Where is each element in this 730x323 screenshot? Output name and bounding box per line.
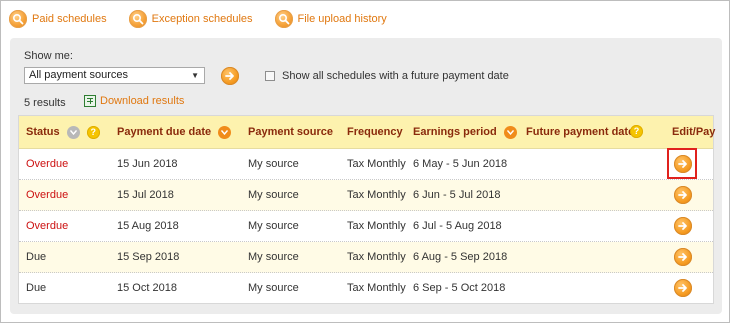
status-cell: Overdue [26, 220, 69, 232]
tab-label: Exception schedules [151, 13, 253, 25]
dropdown-arrow-icon: ▼ [191, 71, 199, 80]
apply-filter-button[interactable] [221, 67, 239, 85]
header-payment-due-date[interactable]: Payment due date [117, 116, 232, 148]
frequency-cell: Tax Monthly [347, 189, 406, 201]
tab-exception-schedules[interactable]: Exception schedules [128, 10, 253, 28]
edit-pay-button[interactable] [674, 217, 692, 235]
results-count: 5 results [24, 97, 66, 109]
due-date-cell: 15 Aug 2018 [117, 220, 179, 232]
status-cell: Overdue [26, 189, 69, 201]
table-row: Overdue 15 Jul 2018 My source Tax Monthl… [19, 180, 713, 211]
edit-pay-button[interactable] [674, 279, 692, 297]
help-icon[interactable]: ? [86, 125, 100, 139]
earnings-period-cell: 6 Jul - 5 Aug 2018 [413, 220, 502, 232]
source-cell: My source [248, 220, 299, 232]
search-icon [9, 10, 27, 28]
table-row: Overdue 15 Aug 2018 My source Tax Monthl… [19, 211, 713, 242]
table-row: Due 15 Sep 2018 My source Tax Monthly 6 … [19, 242, 713, 273]
download-results-link[interactable]: Download results [84, 95, 184, 107]
source-cell: My source [248, 189, 299, 201]
arrow-right-icon [678, 191, 687, 199]
earnings-period-cell: 6 Sep - 5 Oct 2018 [413, 282, 506, 294]
due-date-cell: 15 Jun 2018 [117, 158, 178, 170]
header-status-label: Status [26, 126, 60, 138]
status-cell: Overdue [26, 158, 69, 170]
frequency-cell: Tax Monthly [347, 282, 406, 294]
schedule-tabs: Paid schedules Exception schedules File … [9, 9, 409, 29]
due-date-cell: 15 Jul 2018 [117, 189, 174, 201]
source-cell: My source [248, 251, 299, 263]
sort-icon[interactable] [66, 125, 80, 139]
table-row: Due 15 Oct 2018 My source Tax Monthly 6 … [19, 273, 713, 304]
search-icon [274, 10, 293, 28]
search-icon [128, 10, 147, 28]
spreadsheet-icon [84, 95, 96, 107]
header-earnings-period[interactable]: Earnings period [413, 116, 517, 148]
frequency-cell: Tax Monthly [347, 251, 406, 263]
table-row: Overdue 15 Jun 2018 My source Tax Monthl… [19, 148, 713, 180]
earnings-period-cell: 6 May - 5 Jun 2018 [413, 158, 508, 170]
tab-paid-schedules[interactable]: Paid schedules [9, 10, 107, 28]
header-earnings-period-label: Earnings period [413, 126, 497, 138]
edit-pay-button[interactable] [674, 248, 692, 266]
earnings-period-cell: 6 Aug - 5 Sep 2018 [413, 251, 508, 263]
tab-file-upload-history[interactable]: File upload history [274, 10, 387, 28]
tab-label: Paid schedules [32, 13, 107, 25]
due-date-cell: 15 Oct 2018 [117, 282, 177, 294]
tab-label: File upload history [297, 13, 387, 25]
table-header: Status ? Payment due date Payment source… [19, 116, 716, 149]
future-payment-checkbox[interactable] [265, 71, 275, 81]
payment-source-select-value: All payment sources [29, 69, 129, 81]
header-payment-source: Payment source [248, 126, 333, 138]
status-cell: Due [26, 251, 47, 263]
frequency-cell: Tax Monthly [347, 220, 406, 232]
edit-pay-button[interactable] [674, 155, 692, 173]
payment-source-select[interactable]: All payment sources ▼ [24, 67, 205, 84]
header-status[interactable]: Status ? [26, 116, 100, 148]
arrow-right-icon [678, 253, 687, 261]
header-future-payment-date: Future payment date [526, 126, 635, 138]
status-cell: Due [26, 282, 47, 294]
sort-icon[interactable] [218, 125, 232, 139]
show-me-label: Show me: [24, 50, 73, 62]
edit-pay-button[interactable] [674, 186, 692, 204]
future-payment-checkbox-label: Show all schedules with a future payment… [282, 70, 509, 82]
arrow-right-icon [678, 284, 687, 292]
earnings-period-cell: 6 Jun - 5 Jul 2018 [413, 189, 501, 201]
frequency-cell: Tax Monthly [347, 158, 406, 170]
filter-panel: Show me: All payment sources ▼ Show all … [10, 38, 722, 314]
schedules-page: Paid schedules Exception schedules File … [0, 0, 730, 323]
header-edit-pay: Edit/Pay [672, 126, 716, 138]
source-cell: My source [248, 282, 299, 294]
download-results-label: Download results [100, 95, 185, 107]
due-date-cell: 15 Sep 2018 [117, 251, 180, 263]
source-cell: My source [248, 158, 299, 170]
sort-icon[interactable] [503, 125, 517, 139]
arrow-right-icon [678, 160, 687, 168]
header-payment-due-date-label: Payment due date [117, 126, 212, 138]
schedules-table: Status ? Payment due date Payment source… [18, 115, 716, 304]
header-frequency: Frequency [347, 126, 403, 138]
arrow-right-icon [225, 72, 234, 80]
help-icon[interactable]: ? [630, 125, 643, 138]
arrow-right-icon [678, 222, 687, 230]
